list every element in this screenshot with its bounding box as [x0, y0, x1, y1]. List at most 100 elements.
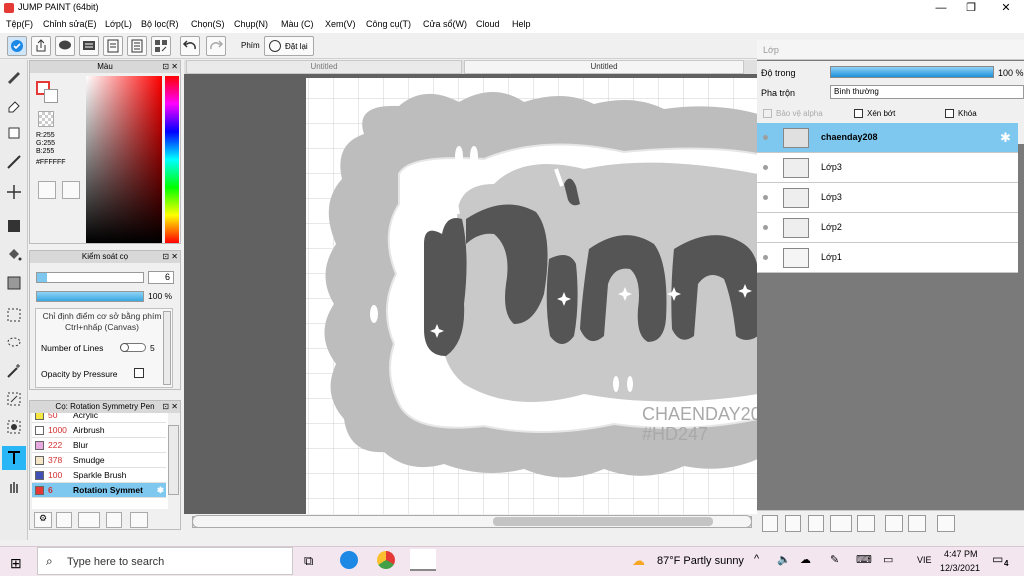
- canvas-artwork[interactable]: CHAENDAY20 #HD247: [184, 74, 761, 514]
- color-set-icon[interactable]: [62, 181, 80, 199]
- menu-file[interactable]: Tệp(F): [6, 19, 33, 29]
- magic-wand-tool-icon[interactable]: [2, 359, 26, 383]
- bucket-tool-icon[interactable]: [2, 243, 26, 267]
- menu-capture[interactable]: Chụp(N): [234, 19, 268, 29]
- tab-untitled-2[interactable]: Untitled: [464, 60, 744, 74]
- text-tool-icon[interactable]: [2, 446, 26, 470]
- menu-tools[interactable]: Công cụ(T): [366, 19, 411, 29]
- merge-layer-icon[interactable]: [808, 515, 824, 532]
- lock-checkbox[interactable]: [945, 109, 954, 118]
- menu-help[interactable]: Help: [512, 19, 531, 29]
- copy-brush-icon[interactable]: [106, 512, 122, 528]
- menu-view[interactable]: Xem(V): [325, 19, 356, 29]
- menu-filter[interactable]: Bộ lọc(R): [141, 19, 179, 29]
- brush-settings-icon[interactable]: ⚙: [34, 512, 52, 528]
- brush-item[interactable]: 378 Smudge: [32, 453, 166, 468]
- redo-icon[interactable]: [206, 36, 226, 56]
- add-layer-menu-icon[interactable]: [830, 515, 852, 532]
- pen-icon[interactable]: ✎: [830, 553, 839, 566]
- line-tool-icon[interactable]: [2, 150, 26, 174]
- fill-rect-tool-icon[interactable]: [2, 214, 26, 238]
- windows-start-icon[interactable]: ⊞: [10, 555, 22, 572]
- brush-size-slider[interactable]: [36, 272, 144, 283]
- horizontal-scrollbar[interactable]: [192, 515, 752, 528]
- brush-folder-icon[interactable]: [130, 512, 148, 528]
- visibility-icon[interactable]: [763, 195, 768, 200]
- hand-tool-icon[interactable]: [2, 475, 26, 499]
- number-of-lines-slider[interactable]: [120, 343, 146, 352]
- document-icon[interactable]: [103, 36, 123, 56]
- chat-icon[interactable]: [55, 36, 75, 56]
- close-button[interactable]: ✕: [990, 0, 1022, 16]
- brush-item[interactable]: 100 Sparkle Brush: [32, 468, 166, 483]
- panel-buttons-icon[interactable]: ⊡ ✕: [162, 62, 178, 71]
- notification-icon[interactable]: ▭: [992, 552, 1003, 566]
- clock-time[interactable]: 4:47 PM: [944, 549, 978, 559]
- canvas-area[interactable]: CHAENDAY20 #HD247: [184, 74, 761, 528]
- reset-button[interactable]: Đặt lại: [264, 36, 314, 56]
- delete-layer-icon[interactable]: [937, 515, 955, 532]
- undo-icon[interactable]: [180, 36, 200, 56]
- blend-mode-select[interactable]: Bình thường: [830, 85, 1024, 99]
- panel-buttons-icon[interactable]: ⊡ ✕: [162, 402, 178, 411]
- brush-item[interactable]: 1000 Airbrush: [32, 423, 166, 438]
- layer-row[interactable]: Lớp2: [757, 213, 1018, 243]
- menu-select[interactable]: Chọn(S): [191, 19, 225, 29]
- brush-opacity-slider[interactable]: [36, 291, 144, 302]
- menu-cloud[interactable]: Cloud: [476, 19, 500, 29]
- menu-color[interactable]: Màu (C): [281, 19, 314, 29]
- brush-menu-icon[interactable]: [78, 512, 100, 528]
- visibility-icon[interactable]: [763, 135, 768, 140]
- brush-list-scrollbar[interactable]: [168, 425, 179, 495]
- visibility-icon[interactable]: [763, 225, 768, 230]
- pen-mode-icon[interactable]: [7, 36, 27, 56]
- move-tool-icon[interactable]: [2, 180, 26, 204]
- brush-tool-icon[interactable]: [2, 64, 26, 88]
- protect-alpha-checkbox[interactable]: [763, 109, 772, 118]
- clip-checkbox[interactable]: [854, 109, 863, 118]
- brush-item[interactable]: 222 Blur: [32, 438, 166, 453]
- layer-row[interactable]: Lớp3: [757, 183, 1018, 213]
- edge-icon[interactable]: [340, 551, 358, 569]
- maximize-button[interactable]: ❐: [955, 0, 987, 16]
- saturation-value-picker[interactable]: [86, 76, 162, 243]
- transparent-color-icon[interactable]: [38, 111, 54, 127]
- weather-text[interactable]: 87°F Partly sunny: [657, 555, 744, 567]
- minimize-button[interactable]: —: [925, 0, 957, 16]
- options-scrollbar[interactable]: [163, 311, 171, 385]
- layer-row-selected[interactable]: chaenday208 ✱: [757, 123, 1018, 153]
- chrome-icon[interactable]: [377, 551, 395, 569]
- gradient-tool-icon[interactable]: [2, 271, 26, 295]
- chevron-up-icon[interactable]: ^: [754, 553, 759, 565]
- brush-item-selected[interactable]: 6 Rotation Symmet ✱: [32, 483, 166, 498]
- list-icon[interactable]: [127, 36, 147, 56]
- copy-layer-icon[interactable]: [885, 515, 903, 532]
- layer-row[interactable]: Lớp3: [757, 153, 1018, 183]
- comment-icon[interactable]: [79, 36, 99, 56]
- duplicate-layer-icon[interactable]: [785, 515, 801, 532]
- keyboard-icon[interactable]: ⌨: [856, 553, 872, 566]
- grid-tools-icon[interactable]: [151, 36, 171, 56]
- layer-settings-icon[interactable]: [908, 515, 926, 532]
- settings-gear-icon[interactable]: ✱: [157, 483, 164, 498]
- tab-untitled-1[interactable]: Untitled: [186, 60, 462, 74]
- visibility-icon[interactable]: [763, 255, 768, 260]
- volume-icon[interactable]: 🔈: [777, 553, 791, 566]
- jump-paint-taskbar-icon[interactable]: [410, 549, 436, 571]
- task-view-icon[interactable]: ⧉: [304, 553, 313, 569]
- opacity-by-pressure-checkbox[interactable]: [134, 368, 144, 378]
- layer-opacity-slider[interactable]: [830, 66, 994, 78]
- taskbar-search-box[interactable]: ⌕ Type here to search: [37, 547, 293, 575]
- brush-size-input[interactable]: 6: [148, 271, 174, 284]
- new-layer-icon[interactable]: [762, 515, 778, 532]
- background-color-swatch[interactable]: [44, 89, 58, 103]
- rectangle-tool-icon[interactable]: [2, 121, 26, 145]
- menu-window[interactable]: Cửa sổ(W): [423, 19, 467, 29]
- panel-buttons-icon[interactable]: ⊡ ✕: [162, 252, 178, 261]
- visibility-icon[interactable]: [763, 165, 768, 170]
- new-brush-icon[interactable]: [56, 512, 72, 528]
- network-icon[interactable]: ▭: [883, 553, 893, 566]
- clock-date[interactable]: 12/3/2021: [940, 563, 980, 573]
- menu-edit[interactable]: Chỉnh sửa(E): [43, 19, 97, 29]
- eraser-tool-icon[interactable]: [2, 93, 26, 117]
